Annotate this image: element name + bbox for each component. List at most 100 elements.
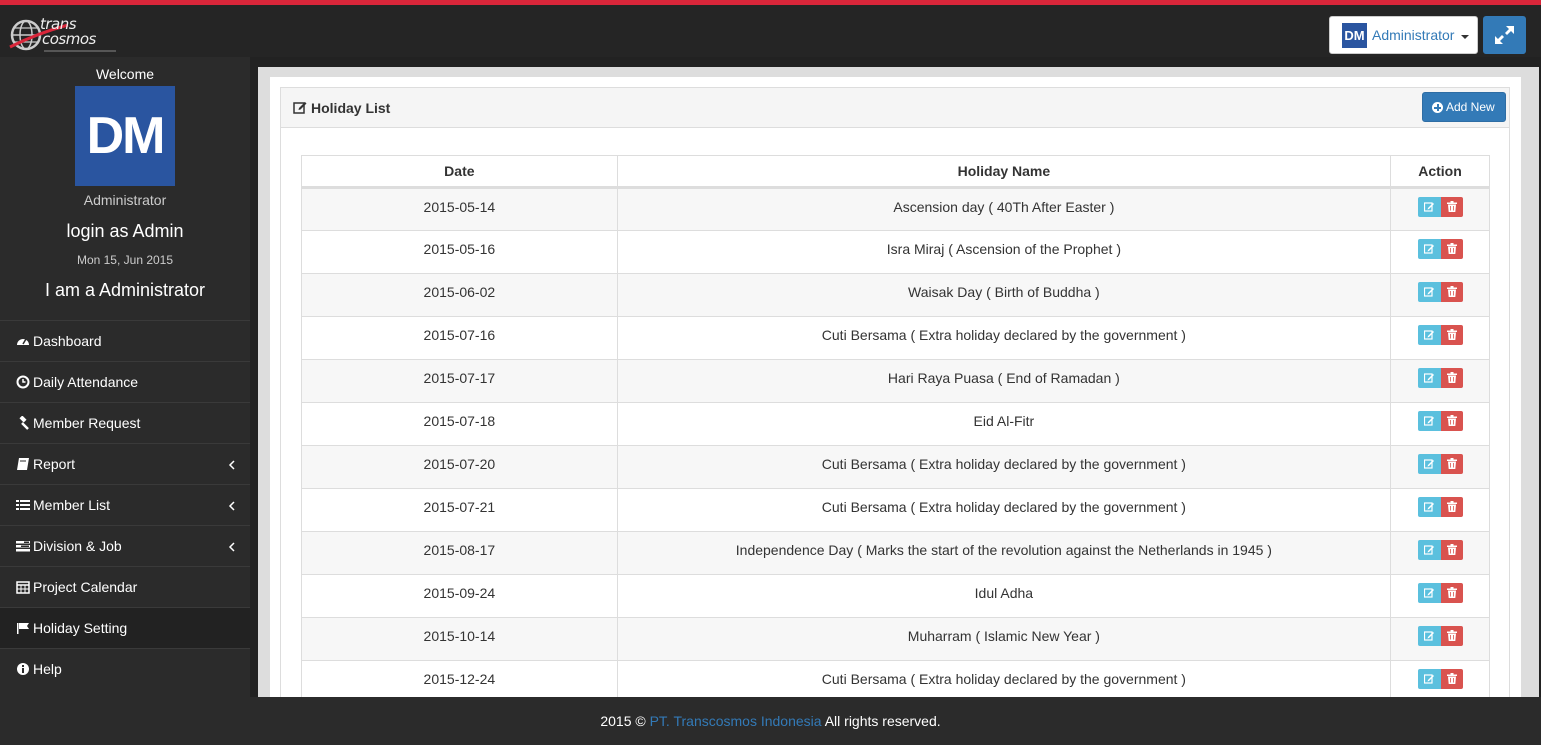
delete-button[interactable] — [1440, 540, 1463, 560]
cell-date: 2015-09-24 — [301, 574, 618, 618]
sidebar-item-label: Help — [33, 661, 62, 677]
edit-icon — [1423, 545, 1434, 555]
delete-button[interactable] — [1440, 197, 1463, 217]
sidebar-item-daily-attendance[interactable]: Daily Attendance — [0, 361, 250, 402]
company-link[interactable]: PT. Transcosmos Indonesia — [650, 713, 822, 729]
edit-button[interactable] — [1417, 497, 1441, 517]
table-row: 2015-05-14 Ascension day ( 40Th After Eas… — [301, 187, 1490, 231]
sidebar-item-label: Dashboard — [33, 333, 102, 349]
list-icon — [16, 500, 30, 510]
cell-action — [1390, 617, 1490, 661]
chevron-left-icon — [228, 460, 235, 470]
cell-action — [1390, 273, 1490, 317]
edit-icon — [1423, 416, 1434, 426]
cell-holiday-name: Waisak Day ( Birth of Buddha ) — [616, 273, 1392, 317]
trash-icon — [1446, 630, 1457, 641]
sidebar-item-label: Member Request — [33, 415, 141, 431]
delete-button[interactable] — [1440, 454, 1463, 474]
tasks-icon — [16, 541, 30, 552]
row-actions — [1417, 325, 1463, 345]
edit-button[interactable] — [1417, 197, 1441, 217]
chevron-left-icon — [228, 542, 235, 552]
edit-button[interactable] — [1417, 282, 1441, 302]
edit-icon — [1423, 202, 1434, 212]
sidebar-item-division-job[interactable]: Division & Job — [0, 525, 250, 566]
cell-holiday-name: Ascension day ( 40Th After Easter ) — [616, 187, 1392, 231]
cell-date: 2015-08-17 — [301, 531, 618, 575]
trash-icon — [1446, 458, 1457, 469]
edit-button[interactable] — [1417, 583, 1441, 603]
sidebar-item-member-request[interactable]: Member Request — [0, 402, 250, 443]
column-header-action: Action — [1390, 155, 1490, 189]
cell-date: 2015-06-02 — [301, 273, 618, 317]
edit-icon — [1423, 588, 1434, 598]
user-profile: Welcome DM Administrator login as Admin … — [0, 57, 250, 320]
delete-button[interactable] — [1440, 239, 1463, 259]
fullscreen-button[interactable] — [1483, 16, 1526, 54]
row-actions — [1417, 411, 1463, 431]
delete-button[interactable] — [1440, 282, 1463, 302]
edit-icon — [1423, 373, 1434, 383]
cell-action — [1390, 574, 1490, 618]
edit-button[interactable] — [1417, 368, 1441, 388]
iam-text: I am a Administrator — [44, 280, 206, 300]
edit-button[interactable] — [1417, 626, 1441, 646]
cell-date: 2015-05-16 — [301, 230, 618, 274]
cell-action — [1390, 531, 1490, 575]
edit-icon — [1423, 502, 1434, 512]
trash-icon — [1446, 286, 1457, 297]
edit-icon — [293, 102, 307, 114]
transcosmos-logo[interactable]: trans cosmos — [8, 15, 120, 55]
row-actions — [1417, 197, 1463, 217]
sidebar-item-project-calendar[interactable]: Project Calendar — [0, 566, 250, 607]
delete-button[interactable] — [1440, 669, 1463, 689]
holiday-panel-box: Holiday List Add New Date Holiday Name A… — [280, 87, 1510, 704]
cell-holiday-name: Hari Raya Puasa ( End of Ramadan ) — [616, 359, 1392, 403]
delete-button[interactable] — [1440, 497, 1463, 517]
row-actions — [1417, 497, 1463, 517]
add-new-button[interactable]: Add New — [1422, 92, 1506, 122]
trash-icon — [1446, 372, 1457, 383]
cell-holiday-name: Muharram ( Islamic New Year ) — [616, 617, 1392, 661]
edit-button[interactable] — [1417, 454, 1441, 474]
sidebar-item-label: Daily Attendance — [33, 374, 139, 390]
delete-button[interactable] — [1440, 411, 1463, 431]
trash-icon — [1446, 415, 1457, 426]
row-actions — [1417, 239, 1463, 259]
cell-action — [1390, 230, 1490, 274]
sidebar-item-help[interactable]: Help — [0, 648, 250, 689]
row-actions — [1417, 368, 1463, 388]
edit-icon — [1423, 330, 1434, 340]
clock-icon — [16, 375, 30, 389]
edit-button[interactable] — [1417, 325, 1441, 345]
trash-icon — [1446, 243, 1457, 254]
dashboard-icon — [17, 338, 29, 345]
content-area: Holiday List Add New Date Holiday Name A… — [258, 67, 1539, 704]
sidebar-item-holiday-setting[interactable]: Holiday Setting — [0, 607, 250, 648]
table-row: 2015-07-18 Eid Al-Fitr — [301, 402, 1490, 446]
panel-header: Holiday List Add New — [281, 88, 1509, 128]
edit-button[interactable] — [1417, 540, 1441, 560]
sidebar-item-report[interactable]: Report — [0, 443, 250, 484]
edit-icon — [1423, 631, 1434, 641]
sidebar-item-dashboard[interactable]: Dashboard — [0, 320, 250, 361]
delete-button[interactable] — [1440, 368, 1463, 388]
table-row: 2015-09-24 Idul Adha — [301, 574, 1490, 618]
user-menu-label: Administrator — [1372, 27, 1455, 43]
edit-button[interactable] — [1417, 669, 1441, 689]
expand-icon — [1495, 26, 1514, 44]
sidebar-item-label: Division & Job — [33, 538, 122, 554]
edit-button[interactable] — [1417, 411, 1441, 431]
delete-button[interactable] — [1440, 626, 1463, 646]
edit-button[interactable] — [1417, 239, 1441, 259]
trash-icon — [1446, 501, 1457, 512]
delete-button[interactable] — [1440, 583, 1463, 603]
trash-icon — [1446, 329, 1457, 340]
user-menu-button[interactable]: DM Administrator — [1329, 16, 1478, 54]
delete-button[interactable] — [1440, 325, 1463, 345]
sidebar-menu: Dashboard Daily Attendance Member Reques… — [0, 320, 250, 689]
sidebar-item-label: Report — [33, 456, 76, 472]
sidebar-item-member-list[interactable]: Member List — [0, 484, 250, 525]
cell-holiday-name: Idul Adha — [616, 574, 1392, 618]
sidebar-item-label: Holiday Setting — [33, 620, 128, 636]
